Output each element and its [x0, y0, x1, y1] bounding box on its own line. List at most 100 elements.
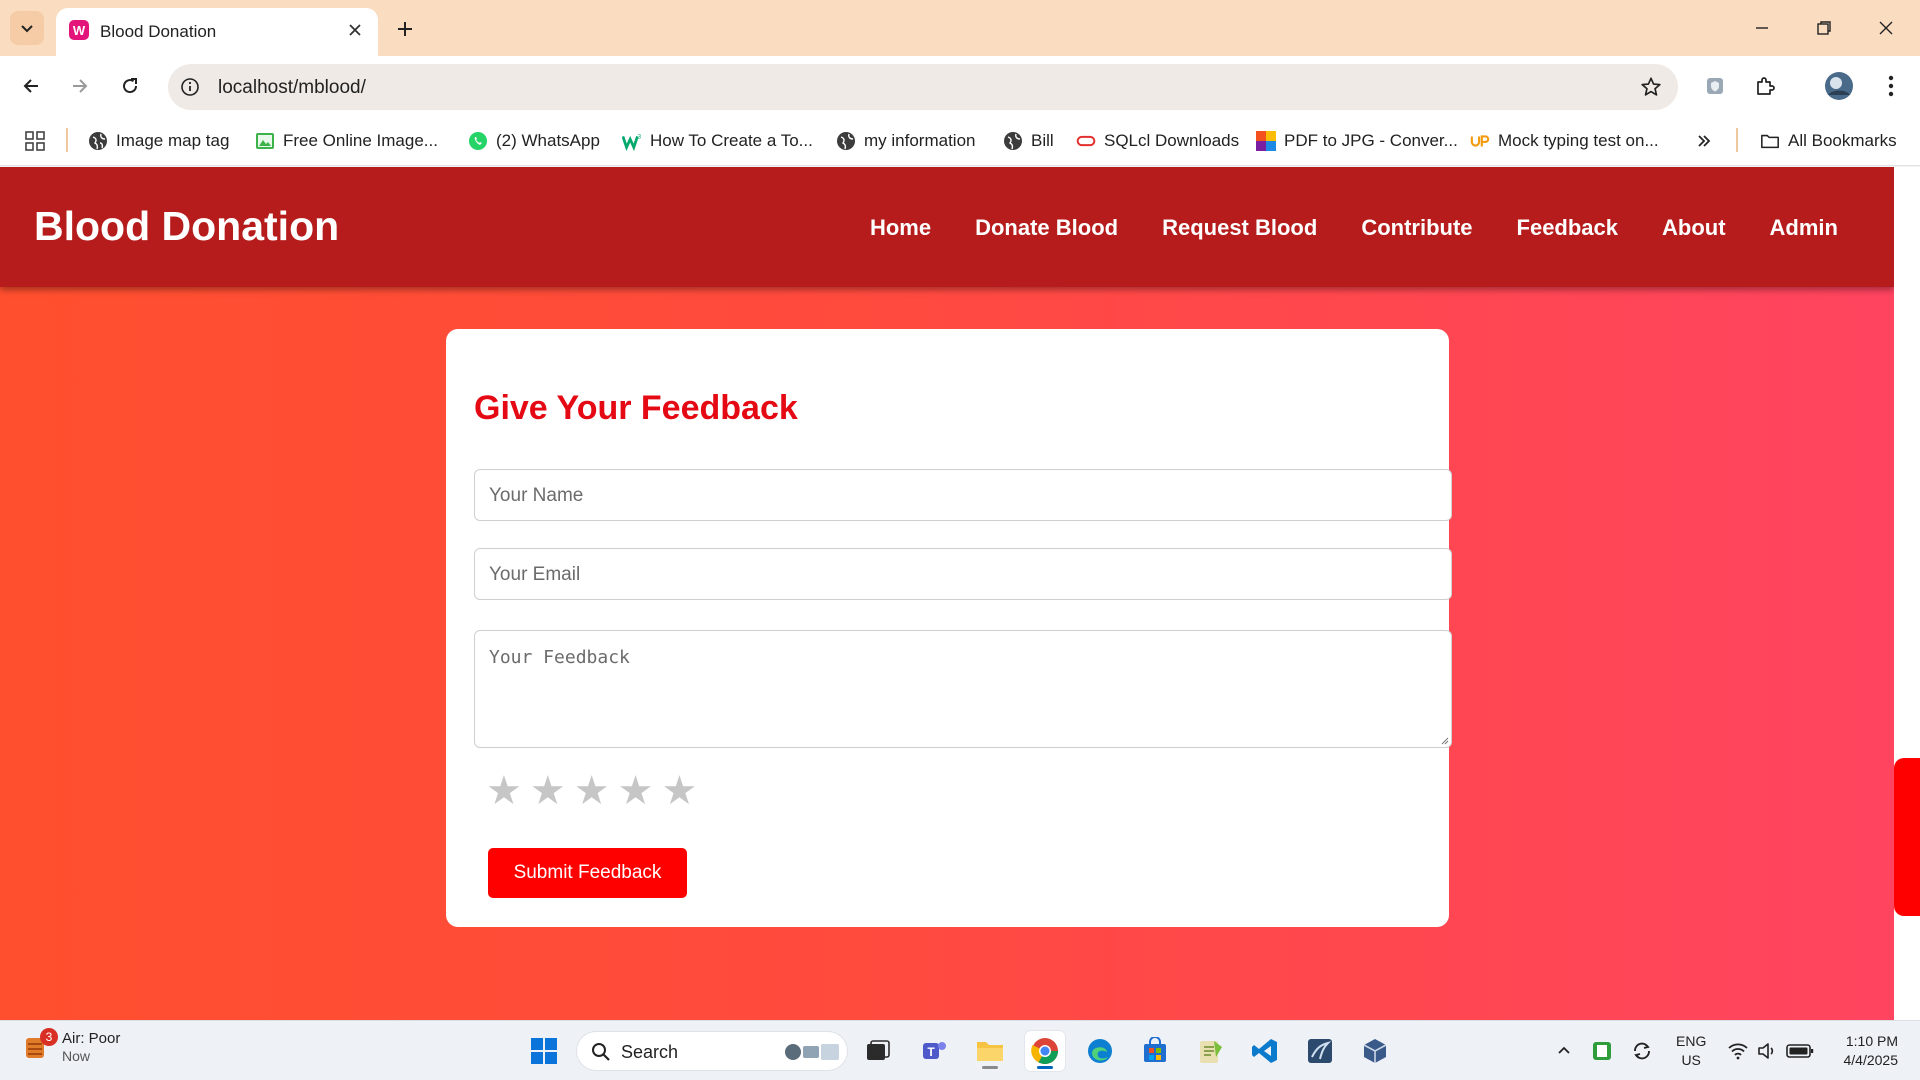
nav-link-admin[interactable]: Admin	[1770, 215, 1838, 241]
star-icon[interactable]: ★	[574, 771, 610, 811]
volume-status[interactable]	[1754, 1037, 1782, 1065]
star-icon[interactable]: ★	[661, 771, 697, 811]
air-quality-icon: 3	[22, 1027, 58, 1064]
system-clock[interactable]: 1:10 PM 4/4/2025	[1844, 1032, 1899, 1070]
image-icon	[255, 131, 275, 151]
bookmark-item[interactable]: Free Online Image...	[255, 129, 438, 153]
all-bookmarks-button[interactable]: All Bookmarks	[1760, 129, 1897, 153]
bookmarks-overflow-button[interactable]	[1696, 129, 1712, 153]
site-logo[interactable]: Blood Donation	[34, 203, 339, 250]
submit-feedback-button[interactable]: Submit Feedback	[488, 848, 687, 898]
bookmarks-bar: Image map tag Free Online Image... (2) W…	[0, 116, 1920, 166]
bookmark-item[interactable]: Image map tag	[88, 129, 229, 153]
svg-text:T: T	[927, 1045, 935, 1059]
bookmark-item[interactable]: (2) WhatsApp	[468, 129, 600, 153]
battery-status[interactable]	[1786, 1037, 1814, 1065]
extensions-puzzle-icon[interactable]	[1748, 69, 1782, 103]
minimize-button[interactable]	[1742, 8, 1782, 48]
vscode-app[interactable]	[1245, 1031, 1285, 1071]
language-indicator[interactable]: ENG US	[1676, 1032, 1706, 1070]
taskbar-search-label: Search	[621, 1042, 679, 1062]
double-chevron-right-icon	[1698, 135, 1711, 147]
speaker-icon	[1758, 1043, 1774, 1059]
nav-link-about[interactable]: About	[1662, 215, 1726, 241]
site-info-icon[interactable]	[178, 75, 202, 99]
forward-button[interactable]	[63, 69, 97, 103]
store-icon	[1144, 1037, 1166, 1062]
site-header: Blood Donation Home Donate Blood Request…	[0, 167, 1894, 287]
virtualbox-app[interactable]	[1355, 1031, 1395, 1071]
restore-button[interactable]	[1804, 8, 1844, 48]
browser-tab-bar: W Blood Donation	[0, 0, 1920, 56]
bookmark-item[interactable]: Bill	[1003, 129, 1054, 153]
extension-shield-icon[interactable]	[1698, 69, 1732, 103]
star-icon[interactable]: ★	[486, 771, 522, 811]
page-scrollbar-thumb[interactable]	[1894, 758, 1920, 916]
browser-tab[interactable]: W Blood Donation	[56, 8, 378, 56]
wifi-icon	[1728, 1043, 1748, 1060]
feedback-textarea[interactable]: Your Feedback	[474, 630, 1452, 748]
menu-kebab-icon[interactable]	[1874, 69, 1908, 103]
clock-time: 1:10 PM	[1845, 1033, 1898, 1049]
nav-link-donate-blood[interactable]: Donate Blood	[975, 215, 1118, 241]
star-icon[interactable]: ★	[530, 771, 566, 811]
store-app[interactable]	[1135, 1031, 1175, 1071]
reload-icon	[123, 78, 138, 94]
weather-widget[interactable]: 3 Air: Poor Now	[22, 1027, 121, 1064]
nav-link-home[interactable]: Home	[870, 215, 931, 241]
email-input[interactable]: Your Email	[474, 548, 1452, 600]
feedback-placeholder: Your Feedback	[489, 647, 630, 668]
chrome-app[interactable]	[1025, 1031, 1065, 1071]
tray-app-green[interactable]	[1588, 1037, 1616, 1065]
sync-icon	[1634, 1042, 1650, 1060]
notepadpp-app[interactable]	[1190, 1031, 1230, 1071]
reload-button[interactable]	[113, 69, 147, 103]
tab-close-button[interactable]	[342, 17, 368, 43]
plus-icon	[398, 22, 412, 36]
wifi-status[interactable]	[1724, 1037, 1752, 1065]
up-icon	[1470, 131, 1490, 151]
new-tab-button[interactable]	[390, 14, 420, 44]
name-input[interactable]: Your Name	[474, 469, 1452, 521]
star-icon[interactable]: ★	[618, 771, 654, 811]
globe-icon	[88, 131, 108, 151]
oracle-icon	[1076, 131, 1096, 151]
file-explorer-app[interactable]	[970, 1031, 1010, 1071]
resize-grip-icon[interactable]	[1439, 735, 1449, 745]
nav-link-request-blood[interactable]: Request Blood	[1162, 215, 1317, 241]
address-bar[interactable]: localhost/mblood/	[168, 64, 1678, 110]
task-view-button[interactable]	[858, 1031, 898, 1071]
bookmark-item[interactable]: SQLcl Downloads	[1076, 129, 1239, 153]
edge-app[interactable]	[1080, 1031, 1120, 1071]
tab-title: Blood Donation	[100, 22, 217, 41]
tab-list-button[interactable]	[10, 11, 44, 45]
url-text: localhost/mblood/	[218, 77, 366, 98]
bookmark-star-icon[interactable]	[1638, 74, 1664, 100]
close-window-button[interactable]	[1866, 8, 1906, 48]
folder-icon	[1760, 131, 1780, 151]
weather-subtitle: Now	[62, 1048, 91, 1064]
back-button[interactable]	[14, 69, 48, 103]
taskbar: 3 Air: Poor Now Search T ENG US 1:10 PM …	[0, 1020, 1920, 1080]
profile-avatar[interactable]	[1822, 69, 1856, 103]
teams-app[interactable]: T	[914, 1031, 954, 1071]
tray-sync[interactable]	[1628, 1037, 1656, 1065]
restore-icon	[1817, 21, 1831, 35]
bookmark-item[interactable]: my information	[836, 129, 975, 153]
name-placeholder: Your Name	[489, 485, 584, 506]
nav-link-contribute[interactable]: Contribute	[1361, 215, 1472, 241]
tray-overflow-button[interactable]	[1550, 1037, 1578, 1065]
start-button[interactable]	[524, 1031, 564, 1071]
taskbar-search[interactable]: Search	[576, 1031, 848, 1071]
arrow-right-icon	[73, 79, 88, 93]
mysql-workbench-app[interactable]	[1300, 1031, 1340, 1071]
bookmark-item[interactable]: PDF to JPG - Conver...	[1256, 129, 1458, 153]
nav-link-feedback[interactable]: Feedback	[1517, 215, 1619, 241]
wampserver-icon: W	[68, 19, 90, 41]
apps-grid-button[interactable]	[24, 129, 46, 153]
email-placeholder: Your Email	[489, 564, 581, 585]
wampserver-tray-icon	[1593, 1042, 1611, 1060]
weather-title: Air: Poor	[62, 1030, 121, 1047]
bookmark-item[interactable]: Mock typing test on...	[1470, 129, 1659, 153]
bookmark-item[interactable]: 3 How To Create a To...	[622, 129, 813, 153]
